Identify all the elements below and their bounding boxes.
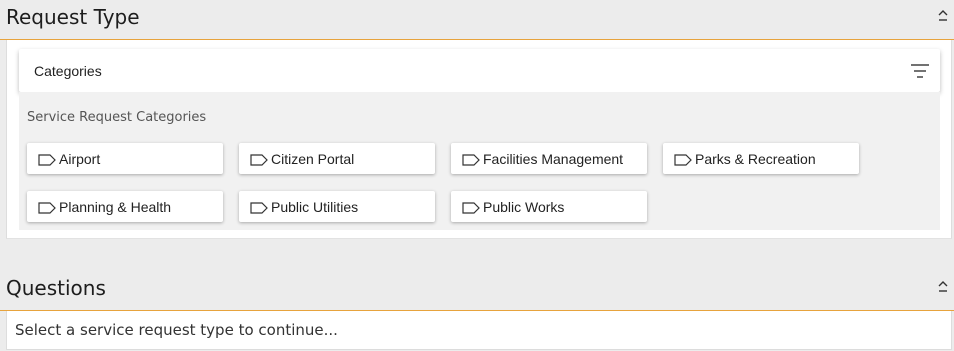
category-label: Citizen Portal (271, 151, 355, 167)
category-button-facilities-management[interactable]: Facilities Management (451, 143, 647, 174)
categories-label: Categories (34, 63, 102, 79)
service-request-categories-heading: Service Request Categories (27, 110, 207, 125)
category-button-citizen-portal[interactable]: Citizen Portal (239, 143, 435, 174)
tag-icon (38, 153, 56, 171)
filter-icon[interactable] (910, 63, 930, 79)
category-button-public-works[interactable]: Public Works (451, 191, 647, 222)
category-label: Facilities Management (483, 151, 624, 167)
questions-title: Questions (6, 276, 106, 300)
questions-panel: Select a service request type to continu… (6, 311, 952, 350)
category-label: Parks & Recreation (695, 151, 816, 167)
category-label: Planning & Health (59, 199, 172, 215)
questions-collapse-chevron-up-icon[interactable] (937, 280, 949, 294)
category-label: Public Utilities (271, 199, 359, 215)
tag-icon (38, 201, 56, 219)
tag-icon (462, 201, 480, 219)
questions-message: Select a service request type to continu… (15, 321, 338, 339)
category-label: Public Works (483, 199, 565, 215)
request-type-panel: Categories Service Request Categories Ai… (6, 40, 952, 239)
category-label: Airport (59, 151, 101, 167)
category-area: Service Request Categories Airport Citiz… (19, 92, 940, 230)
questions-header: Questions (0, 271, 954, 311)
request-type-collapse-chevron-up-icon[interactable] (937, 9, 949, 23)
tag-icon (462, 153, 480, 171)
category-button-airport[interactable]: Airport (27, 143, 223, 174)
tag-icon (250, 201, 268, 219)
tag-icon (250, 153, 268, 171)
category-button-parks-recreation[interactable]: Parks & Recreation (663, 143, 859, 174)
tag-icon (674, 153, 692, 171)
category-button-public-utilities[interactable]: Public Utilities (239, 191, 435, 222)
category-button-planning-health[interactable]: Planning & Health (27, 191, 223, 222)
request-type-header: Request Type (0, 0, 954, 40)
request-type-title: Request Type (6, 5, 140, 29)
categories-bar: Categories (19, 49, 940, 92)
